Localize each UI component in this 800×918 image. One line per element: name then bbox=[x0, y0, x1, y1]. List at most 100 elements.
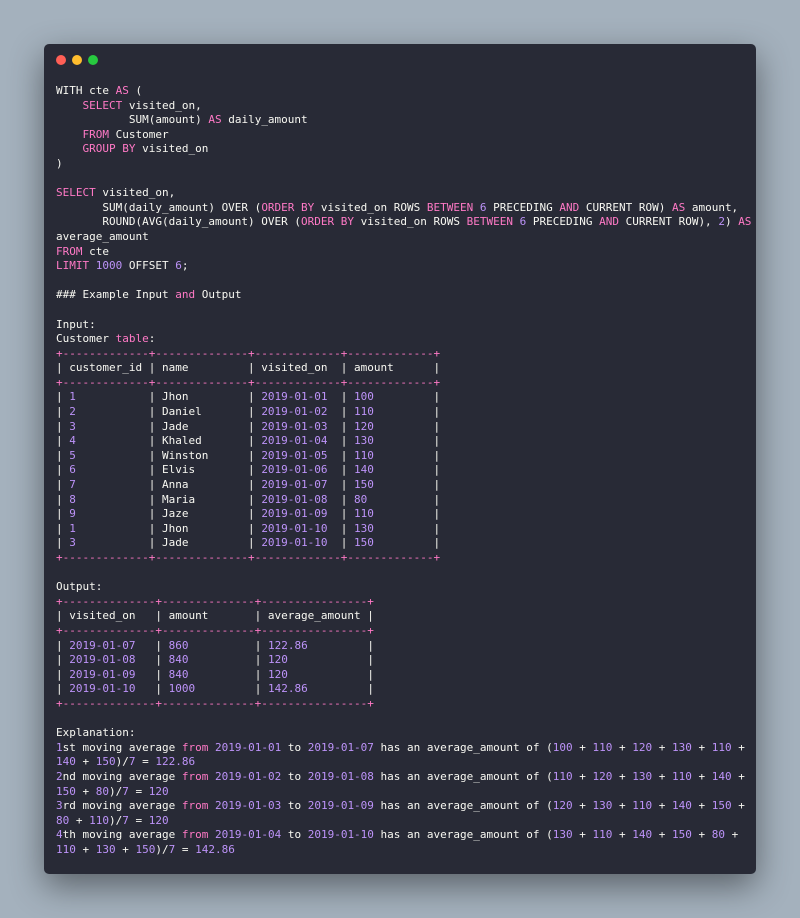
code-token: 1 bbox=[56, 740, 63, 754]
code-token: 6 bbox=[479, 200, 487, 214]
code-token: + bbox=[75, 755, 96, 769]
code-token: | bbox=[287, 667, 374, 681]
code-token: from bbox=[181, 799, 209, 813]
code-line: | 4 | Khaled | 2019-01-04 | 130 | bbox=[56, 434, 750, 449]
code-token: 2019-01-08 bbox=[261, 492, 328, 506]
code-token: ORDER BY bbox=[301, 215, 355, 229]
code-token: amount, bbox=[685, 200, 739, 214]
code-token: has an average_amount of ( bbox=[373, 828, 553, 842]
code-snippet-window: WITH cte AS ( SELECT visited_on, SUM(amo… bbox=[44, 44, 756, 874]
code-line: LIMIT 1000 OFFSET 6; bbox=[56, 259, 750, 274]
code-token: AS bbox=[738, 215, 752, 229]
code-token: th moving average bbox=[62, 828, 182, 842]
code-token: 2019-01-04 bbox=[261, 434, 328, 448]
code-token: 860 bbox=[168, 638, 189, 652]
code-line: +--------------+--------------+---------… bbox=[56, 624, 750, 639]
code-token: Output: bbox=[56, 580, 103, 594]
code-line: | 5 | Winston | 2019-01-05 | 110 | bbox=[56, 449, 750, 464]
code-token: | Maria | bbox=[75, 492, 262, 506]
code-token: = bbox=[135, 755, 156, 769]
code-token: | bbox=[135, 667, 169, 681]
code-token: +-------------+--------------+----------… bbox=[56, 551, 441, 564]
code-token: visited_on, bbox=[122, 98, 202, 112]
code-token: 120 bbox=[267, 667, 288, 681]
maximize-window-dot[interactable] bbox=[88, 55, 98, 65]
code-token: )/ bbox=[155, 842, 169, 856]
code-line: | 3 | Jade | 2019-01-10 | 150 | bbox=[56, 536, 750, 551]
code-token: + bbox=[69, 813, 90, 827]
code-token: 1000 bbox=[95, 259, 123, 273]
code-token: | Winston | bbox=[75, 448, 262, 462]
code-token: = bbox=[175, 842, 196, 856]
code-token: 100 bbox=[552, 740, 573, 754]
code-token: AND bbox=[559, 200, 580, 214]
code-token: = bbox=[128, 784, 149, 798]
code-token: 6 bbox=[69, 463, 76, 477]
code-token: 120 bbox=[354, 419, 374, 433]
code-token: 840 bbox=[168, 667, 189, 681]
code-token: BETWEEN bbox=[466, 215, 513, 229]
code-token: 120 bbox=[592, 769, 613, 783]
code-token: 1000 bbox=[168, 682, 196, 696]
code-token: | bbox=[135, 638, 169, 652]
code-token: rd moving average bbox=[62, 799, 182, 813]
code-token: 100 bbox=[354, 390, 374, 404]
code-token: 840 bbox=[168, 653, 189, 667]
code-token: 130 bbox=[354, 434, 374, 448]
code-token: GROUP BY bbox=[82, 142, 136, 156]
code-token: 122.86 bbox=[155, 755, 196, 769]
code-token: +--------------+--------------+---------… bbox=[56, 696, 374, 710]
code-token: | bbox=[195, 682, 268, 696]
code-token: has an average_amount of ( bbox=[373, 769, 553, 783]
code-token: 7 bbox=[128, 755, 136, 769]
code-token: Customer bbox=[109, 127, 169, 141]
code-token: visited_on ROWS bbox=[354, 215, 467, 229]
code-token: visited_on ROWS bbox=[314, 200, 427, 214]
code-token: | bbox=[188, 667, 268, 681]
code-token: AND bbox=[599, 215, 619, 229]
code-token: 3 bbox=[69, 419, 76, 433]
code-token: + bbox=[652, 740, 672, 754]
code-token: 120 bbox=[552, 799, 573, 813]
code-line: 3rd moving average from 2019-01-03 to 20… bbox=[56, 799, 750, 814]
code-token: SUM(amount) bbox=[56, 113, 209, 127]
code-token: + bbox=[75, 784, 96, 798]
code-line: +--------------+--------------+---------… bbox=[56, 697, 750, 712]
code-token: 2019-01-10 bbox=[261, 521, 328, 535]
minimize-window-dot[interactable] bbox=[72, 55, 82, 65]
code-line: | 2019-01-07 | 860 | 122.86 | bbox=[56, 639, 750, 654]
code-token: | Jaze | bbox=[75, 507, 262, 521]
code-token: cte bbox=[82, 244, 109, 258]
code-token: 130 bbox=[632, 769, 653, 783]
code-token: visited_on, bbox=[95, 186, 176, 200]
code-token: | bbox=[327, 492, 355, 506]
code-token: 80 bbox=[56, 813, 70, 827]
code-line: | 7 | Anna | 2019-01-07 | 150 | bbox=[56, 478, 750, 493]
close-window-dot[interactable] bbox=[56, 55, 66, 65]
code-token: | bbox=[56, 390, 70, 404]
code-line: | 3 | Jade | 2019-01-03 | 120 | bbox=[56, 420, 750, 435]
code-token: 110 bbox=[354, 448, 374, 462]
code-token: | bbox=[56, 434, 70, 448]
code-token: Output bbox=[195, 288, 242, 302]
code-token: 150 bbox=[672, 828, 692, 842]
code-token: FROM bbox=[82, 127, 110, 141]
code-token: )/ bbox=[115, 755, 129, 769]
code-token: | bbox=[327, 463, 355, 477]
code-line: SELECT visited_on, bbox=[56, 99, 750, 114]
code-token: LIMIT bbox=[56, 259, 90, 273]
code-token: CURRENT ROW) bbox=[579, 200, 672, 214]
code-token: 2019-01-03 bbox=[261, 419, 328, 433]
code-token: | Jhon | bbox=[75, 390, 262, 404]
code-line: +-------------+--------------+----------… bbox=[56, 376, 750, 391]
code-line: | visited_on | amount | average_amount | bbox=[56, 609, 750, 624]
code-token: 130 bbox=[552, 828, 573, 842]
code-token: 150 bbox=[95, 755, 116, 769]
